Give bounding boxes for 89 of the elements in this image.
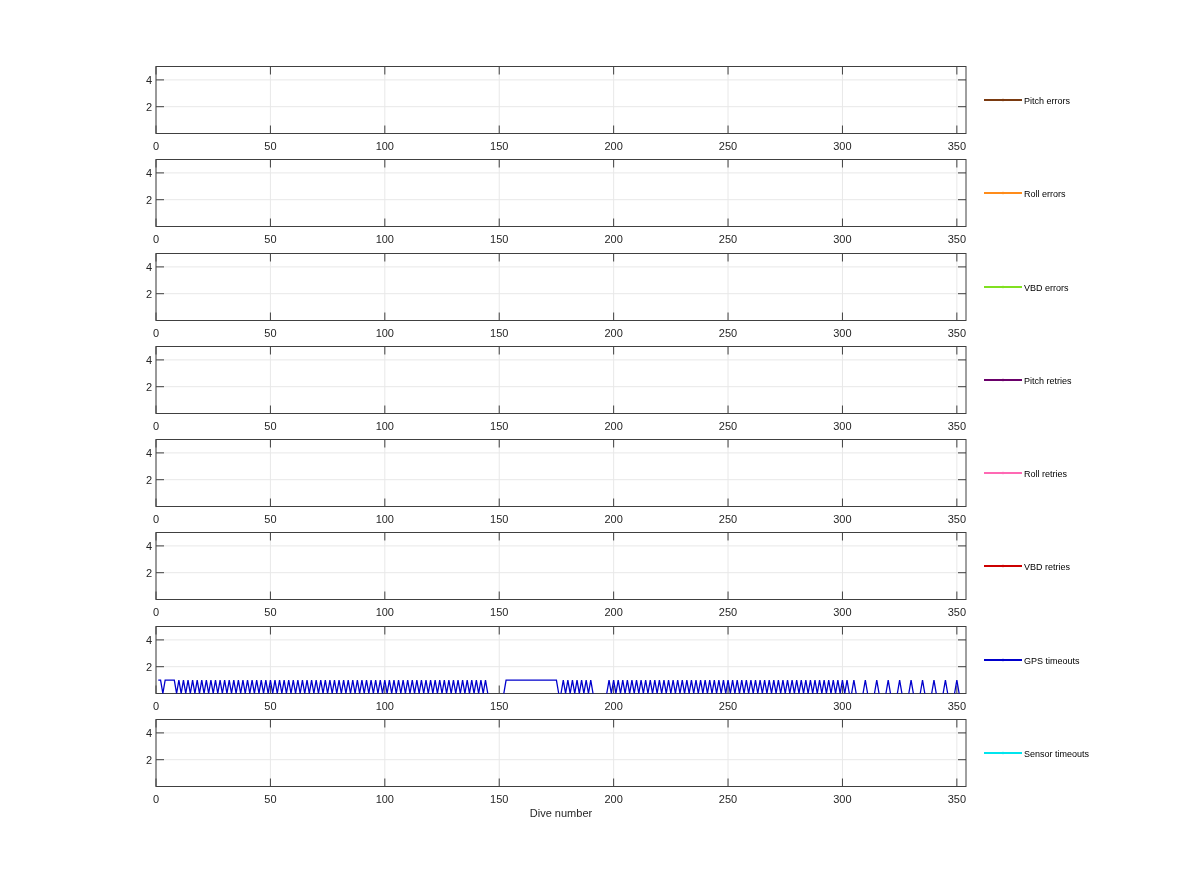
tick-label: 300 (833, 139, 852, 152)
tick-label: 50 (264, 792, 277, 805)
tick-label: 100 (375, 699, 394, 712)
tick-label: 350 (947, 232, 967, 245)
tick-label: 150 (490, 139, 509, 152)
tick-label: 0 (152, 419, 160, 432)
tick-label: 200 (604, 606, 623, 618)
tick-label: 150 (490, 326, 509, 339)
tick-label: 300 (833, 699, 852, 712)
tick-label: 50 (264, 606, 277, 618)
legend-label: VBD errors (1024, 282, 1069, 293)
tick-label: 0 (152, 326, 160, 339)
tick-label: 100 (375, 512, 394, 525)
tick-label: 250 (718, 419, 738, 432)
tick-label: 200 (604, 326, 623, 339)
tick-label: 150 (490, 512, 509, 525)
tick-label: 100 (375, 792, 394, 805)
tick-label: 300 (833, 232, 852, 245)
tick-label: 200 (604, 699, 623, 712)
tick-label: 0 (152, 792, 160, 805)
tick-label: 300 (833, 326, 852, 339)
tick-label: 250 (718, 792, 738, 805)
tick-label: 350 (947, 699, 967, 712)
tick-label: 250 (718, 232, 738, 245)
legend-label: Roll errors (1024, 189, 1066, 200)
tick-label: 300 (833, 419, 852, 432)
legend-label: VBD retries (1024, 562, 1070, 573)
tick-label: 50 (264, 326, 277, 339)
tick-label: 250 (718, 512, 738, 525)
tick-label: 2 (145, 473, 152, 486)
legend-label: Pitch errors (1024, 96, 1070, 106)
tick-label: 2 (145, 100, 152, 113)
tick-label: 4 (145, 727, 152, 739)
tick-label: 350 (947, 419, 967, 432)
tick-label: 50 (264, 139, 277, 152)
tick-label: 350 (947, 792, 967, 805)
tick-label: 4 (145, 540, 152, 553)
tick-label: 4 (145, 73, 152, 86)
tick-label: 100 (375, 232, 394, 245)
legend-label: Pitch retries (1024, 375, 1072, 386)
tick-label: 4 (145, 447, 152, 460)
tick-label: 2 (145, 380, 152, 393)
tick-label: 350 (947, 606, 967, 618)
tick-label: 4 (145, 167, 152, 180)
tick-label: 200 (604, 139, 623, 152)
tick-label: 100 (375, 326, 394, 339)
tick-label: 100 (375, 606, 394, 618)
tick-label: 2 (145, 287, 152, 300)
tick-label: 200 (604, 512, 623, 525)
tick-label: 150 (490, 606, 509, 618)
tick-label: 350 (947, 139, 967, 152)
tick-label: 100 (375, 139, 394, 152)
tick-label: 4 (145, 633, 152, 646)
tick-label: 150 (490, 232, 509, 245)
tick-label: 250 (718, 606, 738, 618)
tick-label: 150 (490, 419, 509, 432)
tick-label: 350 (947, 512, 967, 525)
tick-label: 50 (264, 419, 277, 432)
tick-label: 300 (833, 792, 852, 805)
legend-label: Roll retries (1024, 469, 1067, 480)
tick-label: 0 (152, 699, 160, 712)
tick-label: 0 (152, 512, 160, 525)
tick-label: 250 (718, 699, 738, 712)
tick-label: 200 (604, 232, 623, 245)
tick-label: 250 (718, 326, 738, 339)
tick-label: 50 (264, 699, 277, 712)
tick-label: 50 (264, 512, 277, 525)
tick-label: 0 (152, 606, 160, 618)
tick-label: 150 (490, 699, 509, 712)
tick-label: 4 (145, 260, 152, 273)
tick-label: 350 (947, 326, 967, 339)
tick-label: 300 (833, 606, 852, 618)
legend-label: GPS timeouts (1024, 655, 1080, 666)
tick-label: 300 (833, 512, 852, 525)
tick-label: 4 (145, 353, 152, 366)
tick-label: 100 (375, 419, 394, 432)
axis-label: Dive number (529, 806, 593, 819)
tick-label: 2 (145, 567, 152, 580)
tick-label: 150 (490, 792, 509, 805)
tick-label: 2 (145, 660, 152, 673)
tick-label: 0 (152, 232, 160, 245)
tick-label: 2 (145, 194, 152, 206)
tick-label: 2 (145, 753, 152, 766)
tick-label: 50 (264, 232, 277, 245)
tick-label: 200 (604, 792, 623, 805)
legend-label: Sensor timeouts (1024, 749, 1090, 760)
tick-label: 250 (718, 139, 738, 152)
tick-label: 200 (604, 419, 623, 432)
tick-label: 0 (152, 139, 160, 152)
